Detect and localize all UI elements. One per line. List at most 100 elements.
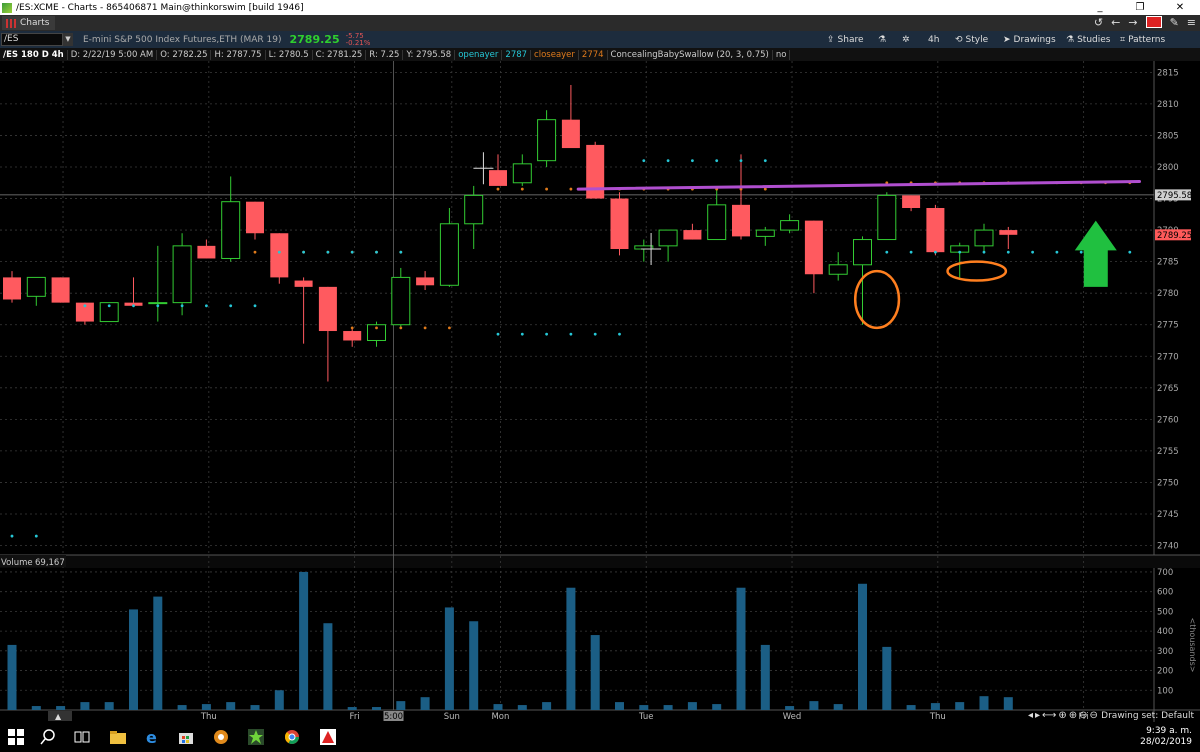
volume-bar (955, 702, 965, 710)
openayer-dot (1006, 250, 1010, 254)
menu-icon[interactable]: ≡ (1187, 16, 1196, 29)
closeayer-dot (375, 326, 378, 330)
price-chart[interactable]: 2740 2745 2750 2755 2760 2765 2770 2775 2780 2785… (0, 61, 1200, 722)
svg-text:e: e (146, 729, 157, 745)
closeayer-dot (448, 326, 451, 330)
file-explorer-icon[interactable] (110, 729, 126, 745)
volume-bar (7, 644, 17, 710)
drawing-set[interactable]: Drawing set: Default (1101, 711, 1194, 721)
minimize-button[interactable]: _ (1080, 0, 1120, 15)
windows-start-icon[interactable] (8, 729, 24, 745)
thinkorswim-taskbar-icon[interactable] (248, 729, 264, 745)
openayer-dot (739, 159, 743, 163)
gear-icon: ✲ (902, 34, 910, 45)
volume-bar (299, 571, 309, 710)
share-button[interactable]: ⇪ Share (827, 33, 864, 46)
volume-bar (250, 705, 260, 710)
candle-body-up (439, 223, 459, 286)
search-icon[interactable] (40, 729, 56, 745)
app-orange-icon[interactable] (213, 729, 229, 745)
symbol-dropdown-icon[interactable]: ▼ (63, 33, 73, 46)
openayer-dot (229, 304, 233, 308)
studies-button[interactable]: ⚗ Studies (1066, 33, 1110, 46)
candle-body-down (318, 286, 337, 332)
day-label: Mon (491, 712, 509, 722)
task-view-icon[interactable] (74, 729, 90, 745)
volume-bar (372, 707, 381, 710)
chart-nav-icons[interactable]: ◂▸⟷⊕⊕⊖⊖ (1028, 710, 1100, 721)
share-label: Share (837, 34, 864, 45)
openayer-dot (520, 332, 524, 336)
candle-body-up (537, 119, 557, 162)
openayer-dot (642, 159, 646, 163)
settings-button[interactable]: ✲ (902, 33, 910, 46)
restore-button[interactable]: ❐ (1120, 0, 1160, 15)
tab-bar: Charts ↺ ← → ✎ ≡ (0, 15, 1200, 31)
volume-bar (979, 696, 989, 710)
openayer-dot (156, 304, 160, 308)
pct-change: -0.21% (345, 38, 371, 47)
close-button[interactable]: ✕ (1160, 0, 1200, 15)
share-icon: ⇪ (827, 34, 835, 45)
studies-icon: ⚗ (1066, 34, 1075, 45)
price-tick-label: 2765 (1157, 384, 1179, 394)
volume-bar (590, 635, 600, 710)
undo-icon[interactable]: ↺ (1094, 16, 1103, 29)
flask-icon: ⚗ (878, 34, 887, 45)
bar-open: O: 2782.25 (157, 49, 212, 60)
pattern-study[interactable]: ConcealingBabySwallow (20, 3, 0.75) (608, 49, 773, 60)
patterns-button[interactable]: ⌗ Patterns (1120, 33, 1165, 46)
tab-charts[interactable]: Charts (2, 16, 56, 30)
candle-body-down (246, 201, 264, 234)
cursor-icon: ➤ (1003, 34, 1011, 45)
volume-tick-label: 300 (1157, 647, 1173, 657)
back-arrow-icon[interactable]: ← (1111, 16, 1120, 29)
forward-arrow-icon[interactable]: → (1128, 16, 1137, 29)
openayer-name[interactable]: openayer (455, 49, 503, 60)
closeayer-name[interactable]: closeayer (531, 49, 579, 60)
candle-body-down (999, 230, 1018, 235)
openayer-dot (1055, 250, 1059, 254)
closeayer-value: 2774 (579, 49, 608, 60)
drawings-button[interactable]: ➤ Drawings (1003, 33, 1056, 46)
volume-bar (177, 705, 187, 710)
edge-browser-icon[interactable]: e (145, 728, 161, 747)
price-tick-label: 2760 (1157, 415, 1179, 425)
openayer-dot (326, 250, 330, 254)
volume-bar (469, 621, 479, 710)
store-icon[interactable] (178, 729, 194, 745)
candle-body-down (270, 233, 289, 278)
openayer-dot (375, 250, 378, 254)
price-tick-label: 2775 (1157, 321, 1179, 331)
patterns-icon: ⌗ (1120, 34, 1126, 45)
flask-button[interactable]: ⚗ (878, 33, 886, 46)
openayer-dot (1031, 250, 1034, 254)
candle-body-down (683, 230, 702, 240)
candle-body-down (926, 208, 945, 253)
thinkorswim-app-icon (2, 2, 12, 13)
chrome-icon[interactable] (284, 729, 300, 745)
day-label: Thu (200, 712, 217, 722)
candle-body-up (172, 245, 192, 304)
link-color-button[interactable] (1145, 16, 1162, 28)
price-change: -5.75 -0.21% (345, 32, 371, 47)
price-tick-label: 2800 (1157, 163, 1179, 173)
volume-bar (712, 704, 722, 710)
system-clock[interactable]: 9:39 a. m. 28/02/2019 (1140, 726, 1192, 748)
bar-range: R: 7.25 (366, 49, 404, 60)
timeframe-button[interactable]: 4h (928, 33, 939, 46)
clock-date: 28/02/2019 (1140, 737, 1192, 747)
clock-time: 9:39 a. m. (1146, 726, 1192, 736)
candle-body-down (294, 280, 313, 287)
style-button[interactable]: ⟲ Style (955, 33, 988, 46)
pin-icon[interactable]: ✎ (1170, 16, 1179, 29)
openayer-dot (180, 304, 184, 308)
volume-bar (736, 587, 746, 710)
volume-bar (444, 607, 454, 710)
closeayer-dot (763, 187, 767, 191)
price-label-text: 2795.58 (1157, 191, 1192, 201)
volume-value: 69,167 (35, 558, 65, 568)
app-red-icon[interactable] (320, 729, 336, 745)
symbol-input[interactable]: /ES (1, 33, 63, 46)
volume-bar (930, 703, 940, 710)
